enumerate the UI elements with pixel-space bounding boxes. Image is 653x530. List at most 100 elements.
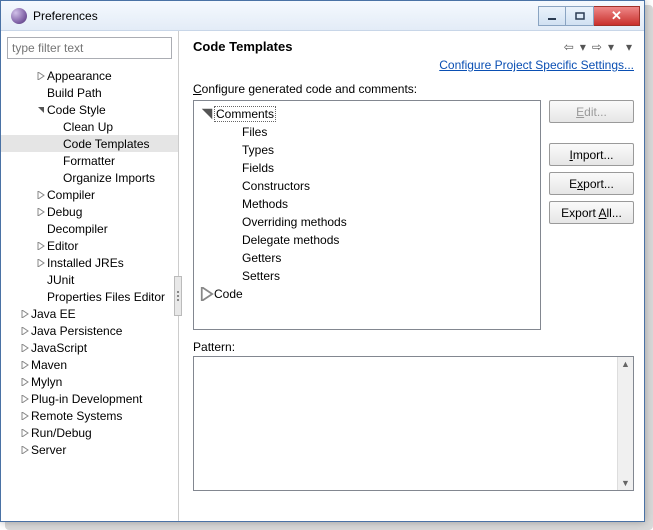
edit-button: Edit...	[549, 100, 634, 123]
pattern-textarea[interactable]: ▲▼	[193, 356, 634, 491]
sidebar-item[interactable]: Code Style	[1, 101, 178, 118]
preferences-tree[interactable]: AppearanceBuild Path Code Style Clean Up Co…	[1, 65, 178, 521]
sidebar-item[interactable]: Code Templates	[1, 135, 178, 152]
expand-arrow-icon[interactable]	[35, 206, 47, 218]
expand-arrow-icon[interactable]	[19, 359, 31, 371]
template-item-label: Code	[214, 287, 243, 301]
preferences-window: Preferences ✕ AppearanceBuild Path Code S…	[0, 0, 645, 522]
spacer	[35, 274, 47, 286]
import-button[interactable]: Import...	[549, 143, 634, 166]
sidebar-item-label: JavaScript	[31, 341, 87, 355]
filter-input[interactable]	[7, 37, 172, 59]
sidebar-item[interactable]: Properties Files Editor	[1, 288, 178, 305]
maximize-button[interactable]	[566, 6, 594, 26]
close-button[interactable]: ✕	[594, 6, 640, 26]
sidebar-item-label: Appearance	[47, 69, 112, 83]
template-item[interactable]: Files	[196, 123, 538, 141]
sidebar-item[interactable]: Server	[1, 441, 178, 458]
expand-arrow-icon[interactable]	[35, 257, 47, 269]
sidebar-item[interactable]: Appearance	[1, 67, 178, 84]
template-item[interactable]: Fields	[196, 159, 538, 177]
expand-arrow-icon[interactable]	[19, 393, 31, 405]
template-item[interactable]: Types	[196, 141, 538, 159]
expand-arrow-icon[interactable]	[19, 308, 31, 320]
sidebar-item[interactable]: Decompiler	[1, 220, 178, 237]
spacer	[228, 234, 242, 246]
template-item[interactable]: Constructors	[196, 177, 538, 195]
sidebar-item-label: Debug	[47, 205, 82, 219]
template-item-label: Constructors	[242, 179, 310, 193]
sidebar-item-label: Code Templates	[63, 137, 150, 151]
sidebar-item[interactable]: JavaScript	[1, 339, 178, 356]
spacer	[51, 121, 63, 133]
forward-icon[interactable]: ⇨	[590, 40, 604, 54]
sidebar-item-label: Maven	[31, 358, 67, 372]
sidebar-item[interactable]: Run/Debug	[1, 424, 178, 441]
template-item[interactable]: Getters	[196, 249, 538, 267]
minimize-button[interactable]	[538, 6, 566, 26]
template-item[interactable]: Comments	[196, 105, 538, 123]
sidebar-item[interactable]: Organize Imports	[1, 169, 178, 186]
pattern-label: Pattern:	[193, 340, 634, 354]
sidebar-item-label: Editor	[47, 239, 78, 253]
sidebar-item[interactable]: Debug	[1, 203, 178, 220]
sidebar-item[interactable]: Formatter	[1, 152, 178, 169]
splitter-handle[interactable]	[174, 276, 182, 316]
eclipse-icon	[11, 8, 27, 24]
sidebar-item-label: Properties Files Editor	[47, 290, 165, 304]
main-panel: Code Templates ⇦▾ ⇨▾ ▾ Configure Project…	[179, 31, 644, 521]
sidebar-item-label: Java EE	[31, 307, 76, 321]
sidebar-item-label: Mylyn	[31, 375, 62, 389]
expand-arrow-icon[interactable]	[35, 240, 47, 252]
sidebar-item-label: Code Style	[47, 103, 106, 117]
sidebar-item[interactable]: Compiler	[1, 186, 178, 203]
template-item-label: Methods	[242, 197, 288, 211]
expand-arrow-icon[interactable]	[200, 108, 214, 120]
sidebar-item[interactable]: Java EE	[1, 305, 178, 322]
template-item[interactable]: Code	[196, 285, 538, 303]
scrollbar[interactable]: ▲▼	[617, 357, 633, 490]
spacer	[228, 216, 242, 228]
expand-arrow-icon[interactable]	[200, 288, 214, 300]
project-settings-link[interactable]: Configure Project Specific Settings...	[193, 58, 634, 72]
sidebar-item-label: Installed JREs	[47, 256, 124, 270]
sidebar-item-label: Clean Up	[63, 120, 113, 134]
template-item-label: Getters	[242, 251, 281, 265]
nav-history[interactable]: ⇦▾ ⇨▾ ▾	[562, 40, 634, 54]
expand-arrow-icon[interactable]	[19, 427, 31, 439]
template-item-label: Fields	[242, 161, 274, 175]
expand-arrow-icon[interactable]	[35, 104, 47, 116]
spacer	[228, 198, 242, 210]
export-button[interactable]: Export...	[549, 172, 634, 195]
expand-arrow-icon[interactable]	[35, 70, 47, 82]
sidebar-item-label: Plug-in Development	[31, 392, 142, 406]
sidebar-item[interactable]: Clean Up	[1, 118, 178, 135]
sidebar-item-label: Compiler	[47, 188, 95, 202]
titlebar[interactable]: Preferences ✕	[1, 1, 644, 31]
sidebar-item[interactable]: JUnit	[1, 271, 178, 288]
sidebar-item[interactable]: Editor	[1, 237, 178, 254]
expand-arrow-icon[interactable]	[19, 376, 31, 388]
template-item[interactable]: Methods	[196, 195, 538, 213]
expand-arrow-icon[interactable]	[19, 342, 31, 354]
sidebar-item[interactable]: Java Persistence	[1, 322, 178, 339]
template-item[interactable]: Delegate methods	[196, 231, 538, 249]
sidebar-item[interactable]: Installed JREs	[1, 254, 178, 271]
expand-arrow-icon[interactable]	[19, 444, 31, 456]
sidebar-item[interactable]: Build Path	[1, 84, 178, 101]
template-item[interactable]: Setters	[196, 267, 538, 285]
templates-tree[interactable]: CommentsFilesTypes Fields Constructors Meth…	[193, 100, 541, 330]
sidebar-item[interactable]: Mylyn	[1, 373, 178, 390]
sidebar-item[interactable]: Maven	[1, 356, 178, 373]
back-icon[interactable]: ⇦	[562, 40, 576, 54]
export-all-button[interactable]: Export All...	[549, 201, 634, 224]
configure-label: Configure generated code and comments:	[193, 82, 634, 96]
spacer	[228, 126, 242, 138]
template-item[interactable]: Overriding methods	[196, 213, 538, 231]
sidebar-item[interactable]: Plug-in Development	[1, 390, 178, 407]
sidebar-item-label: Organize Imports	[63, 171, 155, 185]
expand-arrow-icon[interactable]	[19, 410, 31, 422]
expand-arrow-icon[interactable]	[35, 189, 47, 201]
sidebar-item[interactable]: Remote Systems	[1, 407, 178, 424]
expand-arrow-icon[interactable]	[19, 325, 31, 337]
